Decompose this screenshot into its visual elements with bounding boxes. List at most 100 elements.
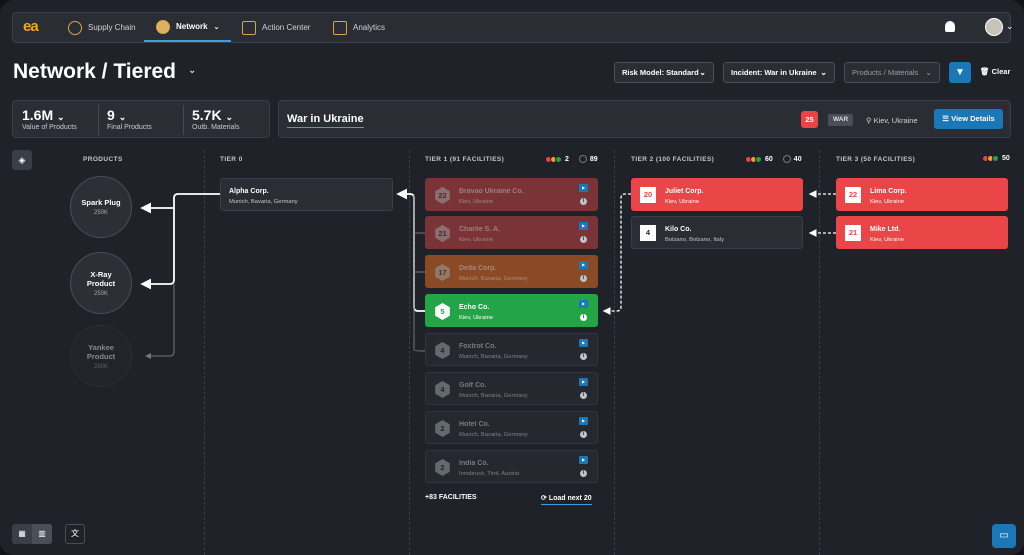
analytics-icon [333, 20, 347, 35]
facility-card[interactable]: 20 Juliet Corp. Kiev, Ukraine [631, 178, 803, 211]
nav-analytics[interactable]: Analytics [333, 13, 385, 42]
top-nav: ea Supply Chain Network ⌄ Action Center … [12, 12, 1014, 43]
products-materials-select[interactable]: Products / Materials ⌄ [844, 62, 940, 83]
risk-model-select[interactable]: Risk Model: Standard ⌄ [614, 62, 714, 83]
neutral-dot [782, 155, 791, 163]
info-icon[interactable]: i [580, 236, 587, 243]
network-icon [156, 19, 170, 34]
facility-card[interactable]: 4 Golf Co. Munich, Bavaria, Germany ▶ i [425, 372, 598, 405]
neutral-dot [578, 155, 587, 163]
kpi-value-of-products[interactable]: 1.6M ⌄ Value of Products [13, 101, 98, 139]
facility-card[interactable]: 4 Foxtrot Co. Munich, Bavaria, Germany ▶… [425, 333, 598, 366]
view-toggle: ▦ ▥ [12, 524, 52, 544]
bell-icon[interactable] [945, 21, 955, 32]
info-icon[interactable]: i [580, 431, 587, 438]
risk-score-hex: 22 [435, 187, 450, 204]
columns-view-icon[interactable]: ▥ [32, 524, 52, 544]
flag-icon[interactable]: ▶ [579, 456, 588, 464]
risk-score-hex: 4 [435, 381, 450, 398]
tier2-risk-summary: 60 40 [745, 155, 802, 163]
facility-card[interactable]: 22 Bravao Ukraine Co. Kiev, Ukraine ▶ i [425, 178, 598, 211]
column-divider [204, 150, 205, 555]
risk-score-hex: 2 [435, 459, 450, 476]
kpi-final-products[interactable]: 9 ⌄ Final Products [98, 101, 183, 139]
kpi-panel: 1.6M ⌄ Value of Products 9 ⌄ Final Produ… [12, 100, 270, 138]
kpi-outb-materials[interactable]: 5.7K ⌄ Outb. Materials [183, 101, 271, 139]
facility-card[interactable]: 21 Mike Ltd. Kiev, Ukraine [836, 216, 1008, 249]
column-divider [819, 150, 820, 555]
risk-score-hex: 21 [435, 225, 450, 242]
nav-action-center[interactable]: Action Center [242, 13, 310, 42]
incident-count-badge: 25 [801, 111, 818, 128]
flag-icon[interactable]: ▶ [579, 300, 588, 308]
chevron-down-icon: ⌄ [118, 112, 127, 122]
filter-button[interactable]: ▼ [949, 62, 971, 83]
risk-score-hex: 2 [435, 420, 450, 437]
nav-network[interactable]: Network ⌄ [144, 13, 232, 42]
flag-icon[interactable]: ▶ [579, 339, 588, 347]
flag-icon[interactable]: ▶ [579, 378, 588, 386]
chevron-down-icon: ⌄ [699, 68, 706, 77]
info-icon[interactable]: i [580, 353, 587, 360]
chevron-down-icon: ⌄ [820, 68, 827, 77]
facility-card[interactable]: Alpha Corp. Munich, Bavaria, Germany [220, 178, 393, 211]
column-header-tier0: TIER 0 [220, 156, 243, 163]
column-divider [409, 150, 410, 555]
info-icon[interactable]: i [580, 275, 587, 282]
app-window: ea Supply Chain Network ⌄ Action Center … [0, 0, 1024, 555]
action-center-icon [242, 20, 256, 35]
info-icon[interactable]: i [580, 198, 587, 205]
product-node[interactable]: X-Ray Product 250K [70, 252, 132, 314]
clear-button[interactable]: 🗑 Clear [980, 67, 1010, 76]
facility-card[interactable]: 2 India Co. Innsbruck, Tirol, Austria ▶ … [425, 450, 598, 483]
risk-dot [755, 155, 762, 163]
risk-score-box: 20 [640, 187, 656, 203]
risk-score-hex: 4 [435, 342, 450, 359]
incident-type-tag: WAR [828, 114, 854, 126]
incident-location: ⚲ Kiev, Ukraine [866, 116, 918, 125]
view-details-button[interactable]: ☰ View Details [934, 109, 1003, 129]
chat-icon[interactable]: ▭ [992, 524, 1016, 548]
risk-score-box: 22 [845, 187, 861, 203]
translate-icon[interactable]: 文 [65, 524, 85, 544]
tier1-risk-summary: 2 89 [545, 155, 598, 163]
facility-card[interactable]: 21 Charlie S. A. Kiev, Ukraine ▶ i [425, 216, 598, 249]
info-icon[interactable]: i [580, 470, 587, 477]
column-header-products: PRODUCTS [83, 156, 123, 163]
flag-icon[interactable]: ▶ [579, 184, 588, 192]
risk-score-box: 21 [845, 225, 861, 241]
layers-button[interactable]: ◈ [12, 150, 32, 170]
avatar[interactable] [985, 18, 1003, 36]
incident-bar: War in Ukraine 25 WAR ⚲ Kiev, Ukraine ☰ … [278, 100, 1011, 138]
load-next-button[interactable]: ⟳ Load next 20 [541, 494, 592, 505]
facility-card-selected[interactable]: 5 Echo Co. Kiev, Ukraine ▶ i [425, 294, 598, 327]
facility-card[interactable]: 22 Lima Corp. Kiev, Ukraine [836, 178, 1008, 211]
layers-icon: ◈ [18, 155, 26, 165]
incident-select[interactable]: Incident: War in Ukraine ⌄ [723, 62, 835, 83]
column-header-tier3: TIER 3 (50 FACILITIES) [836, 156, 916, 163]
ea-logo[interactable]: ea [23, 18, 45, 38]
product-node[interactable]: Spark Plug 250K [70, 176, 132, 238]
flag-icon[interactable]: ▶ [579, 222, 588, 230]
chevron-down-icon: ⌄ [925, 68, 932, 77]
more-facilities-count: +83 FACILITIES [425, 494, 477, 501]
page-title: Network / Tiered [13, 60, 176, 83]
info-icon[interactable]: i [580, 314, 587, 321]
risk-score-hex: 5 [435, 303, 450, 320]
supply-chain-icon [68, 20, 82, 35]
risk-dot [992, 155, 999, 162]
product-node[interactable]: Yankee Product 250K [70, 325, 132, 387]
chevron-down-icon[interactable]: ⌄ [1006, 21, 1014, 32]
facility-card[interactable]: 4 Kilo Co. Bolzano, Bolzano, Italy [631, 216, 803, 249]
info-icon[interactable]: i [580, 392, 587, 399]
facility-card[interactable]: 17 Delta Corp. Munich, Bavaria, Germany … [425, 255, 598, 288]
incident-title: War in Ukraine [287, 113, 364, 128]
nav-supply-chain[interactable]: Supply Chain [68, 13, 136, 42]
chevron-down-icon: ⌄ [225, 112, 234, 122]
chevron-down-icon: ⌄ [57, 112, 65, 122]
chevron-down-icon[interactable]: ⌄ [188, 65, 196, 76]
flag-icon[interactable]: ▶ [579, 261, 588, 269]
facility-card[interactable]: 2 Hotel Co. Munich, Bavaria, Germany ▶ i [425, 411, 598, 444]
flag-icon[interactable]: ▶ [579, 417, 588, 425]
map-view-icon[interactable]: ▦ [12, 524, 32, 544]
